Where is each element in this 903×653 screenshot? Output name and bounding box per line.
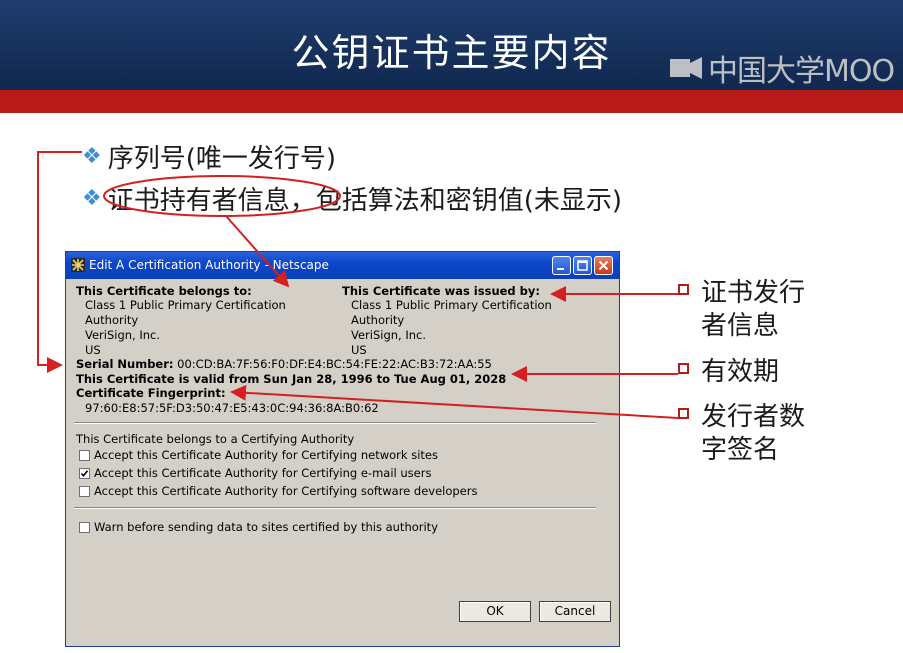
callout-line: 证书发行 xyxy=(701,278,806,308)
square-bullet-icon xyxy=(678,284,689,295)
callout-line: 发行者数 xyxy=(701,402,806,432)
callout-line: 字签名 xyxy=(701,435,780,465)
holder-info-ellipse xyxy=(103,175,341,217)
signature-arrow xyxy=(230,384,679,419)
callout-text: 证书发行 者信息 xyxy=(701,277,805,343)
callout-validity: 有效期 xyxy=(678,356,779,389)
square-bullet-icon xyxy=(678,363,689,374)
holder-info-arrow xyxy=(225,215,290,288)
callout-line: 者信息 xyxy=(701,311,780,341)
callout-issuer-info: 证书发行 者信息 xyxy=(678,277,805,343)
callout-line: 有效期 xyxy=(701,357,780,387)
square-bullet-icon xyxy=(678,408,689,419)
callout-text: 发行者数 字签名 xyxy=(701,401,805,467)
callout-text: 有效期 xyxy=(701,356,779,389)
serial-number-arrow xyxy=(37,151,82,373)
callout-issuer-signature: 发行者数 字签名 xyxy=(678,401,805,467)
